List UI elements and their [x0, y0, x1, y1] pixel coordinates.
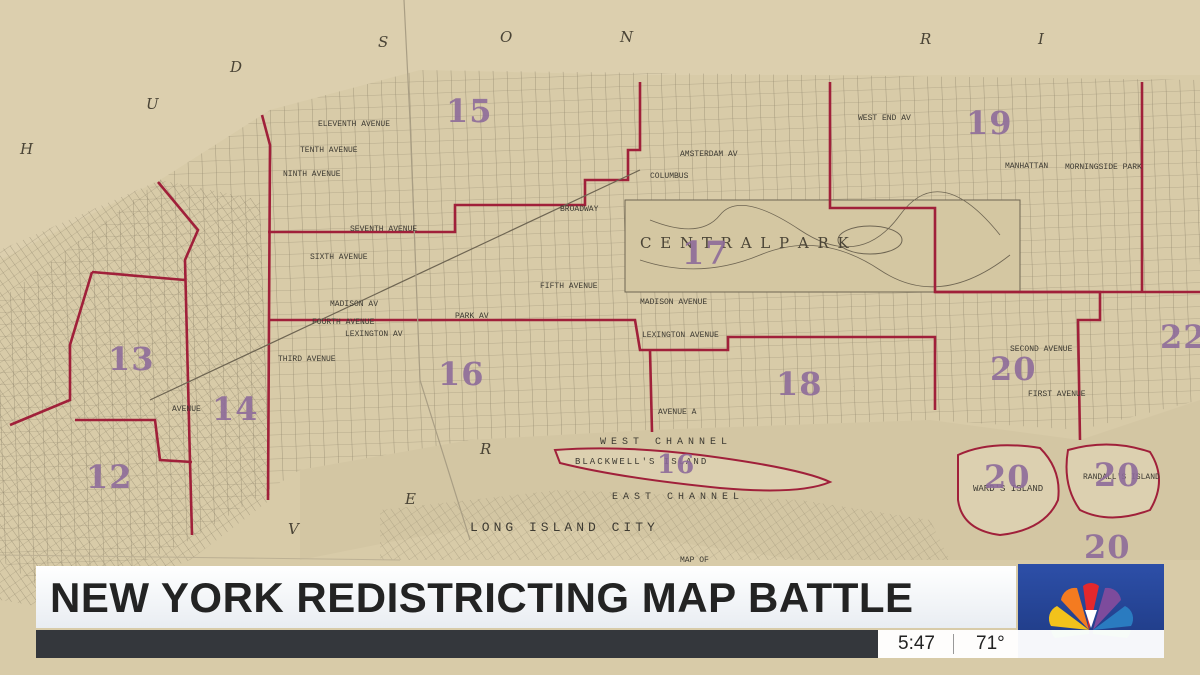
water-label: R	[920, 30, 950, 48]
central-park-label: C E N T R A L P A R K	[640, 234, 851, 252]
street-label: BROADWAY	[560, 205, 599, 214]
street-label: PARK AV	[455, 312, 489, 321]
street-label: TENTH AVENUE	[300, 146, 358, 155]
water-label: R	[480, 440, 510, 458]
street-label: LEXINGTON AV	[345, 330, 403, 339]
district-number: 20	[1084, 528, 1131, 566]
time-display: 5:47	[898, 633, 935, 654]
district-number: 13	[108, 340, 155, 378]
district-number: 14	[212, 390, 259, 428]
water-label: H	[20, 140, 52, 158]
street-label: MANHATTAN	[1005, 162, 1049, 171]
district-number: 22	[1160, 318, 1200, 356]
street-label: MADISON AV	[330, 300, 379, 309]
street-label: AMSTERDAM AV	[680, 150, 738, 159]
divider	[953, 634, 954, 654]
district-number: 12	[86, 458, 133, 496]
street-label: MADISON AVENUE	[640, 298, 708, 307]
ticker-strip	[36, 630, 878, 658]
street-label: MORNINGSIDE PARK	[1065, 163, 1142, 172]
street-label: AVENUE A	[658, 408, 697, 417]
info-bar: 5:47 71°	[36, 630, 1164, 658]
street-label: SEVENTH AVENUE	[350, 225, 418, 234]
street-label: WEST END AV	[858, 114, 911, 123]
district-number: 20	[1094, 456, 1141, 494]
district-number: 16	[657, 450, 696, 480]
water-label: E	[405, 490, 434, 508]
street-label: FIFTH AVENUE	[540, 282, 598, 291]
water-label: U	[146, 95, 177, 113]
district-number: 20	[984, 458, 1031, 496]
water-label: N	[620, 28, 652, 46]
street-label: AVENUE	[172, 405, 201, 414]
street-label: LEXINGTON AVENUE	[642, 331, 719, 340]
district-number: 16	[438, 355, 485, 393]
west-channel-label: WEST CHANNEL	[600, 437, 733, 448]
broadcast-frame: H U D S O N R I V E R ELEVENTH AVENUE TE…	[0, 0, 1200, 675]
street-label: NINTH AVENUE	[283, 170, 341, 179]
water-label: V	[288, 520, 317, 538]
district-number: 18	[776, 365, 823, 403]
water-label: S	[378, 33, 407, 51]
street-label: FOURTH AVENUE	[312, 318, 375, 327]
water-label: I	[1038, 30, 1062, 48]
lower-third-banner: NEW YORK REDISTRICTING MAP BATTLE	[36, 566, 1016, 628]
street-label: SIXTH AVENUE	[310, 253, 368, 262]
district-number: 19	[966, 104, 1013, 142]
long-island-city-label: LONG ISLAND CITY	[470, 520, 659, 535]
east-channel-label: EAST CHANNEL	[612, 492, 745, 503]
street-label: FIRST AVENUE	[1028, 390, 1086, 399]
district-number: 17	[682, 234, 729, 272]
temperature-display: 71°	[976, 633, 1005, 654]
water-label: D	[230, 58, 261, 76]
headline-text: NEW YORK REDISTRICTING MAP BATTLE	[50, 574, 914, 621]
district-number: 20	[990, 350, 1037, 388]
street-label: ELEVENTH AVENUE	[318, 120, 391, 129]
street-label: COLUMBUS	[650, 172, 689, 181]
map-of-label: MAP OF	[680, 556, 709, 565]
district-number: 15	[446, 92, 493, 130]
street-label: THIRD AVENUE	[278, 355, 336, 364]
water-label: O	[500, 28, 531, 46]
